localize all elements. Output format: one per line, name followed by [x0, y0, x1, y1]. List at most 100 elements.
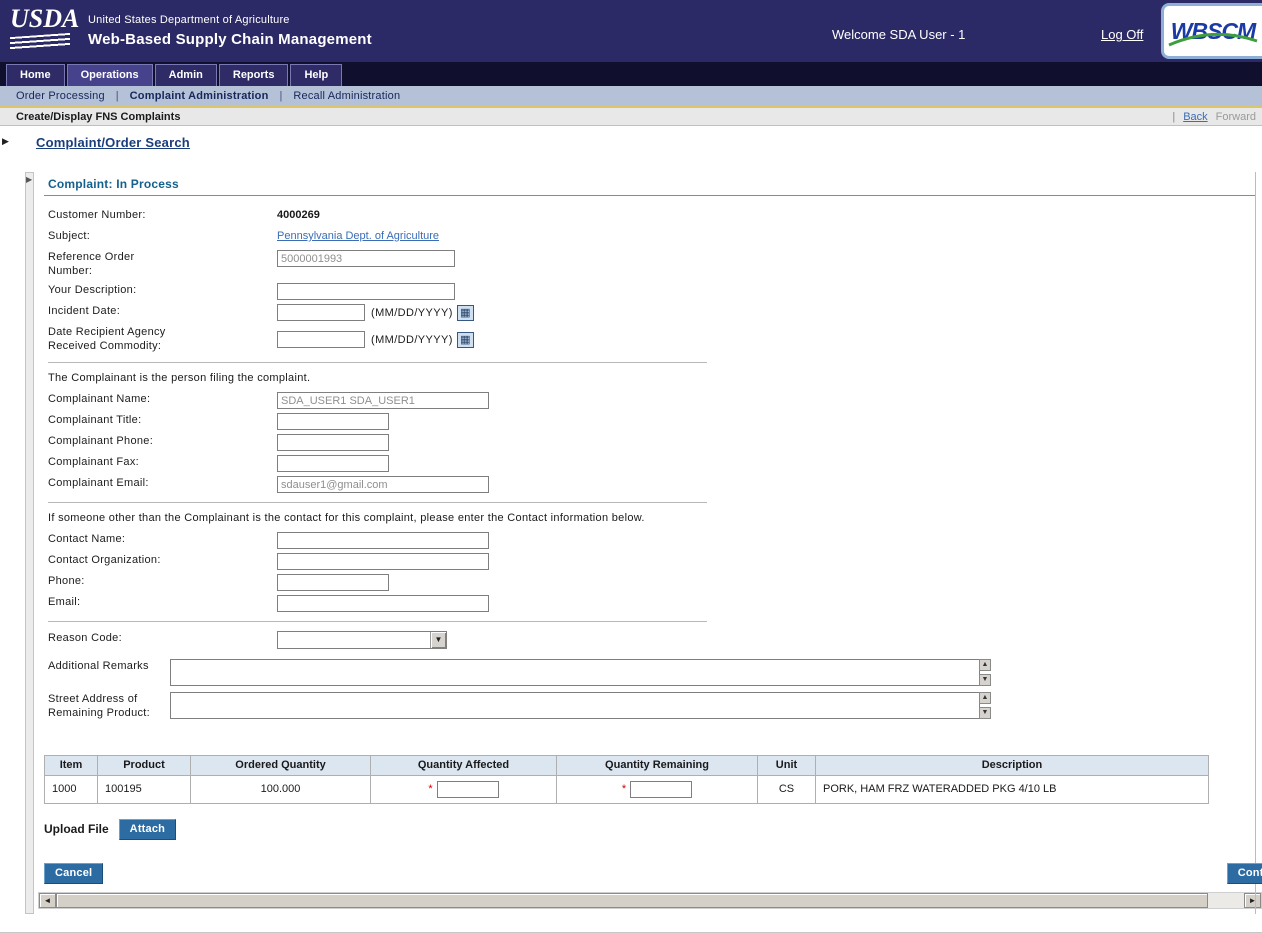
reference-order-input [277, 250, 455, 267]
col-header-ordered-quantity: Ordered Quantity [191, 755, 371, 775]
cancel-button[interactable]: Cancel [44, 863, 103, 884]
attach-button[interactable]: Attach [119, 819, 176, 840]
tab-home[interactable]: Home [6, 64, 65, 86]
continue-button[interactable]: Continue [1227, 863, 1262, 884]
reason-code-selected-value [278, 632, 430, 648]
complainant-phone-input[interactable] [277, 434, 389, 451]
calendar-icon[interactable]: ▦ [457, 332, 474, 348]
page-title: Create/Display FNS Complaints [16, 111, 180, 123]
welcome-user-text: Welcome SDA User - 1 [832, 27, 965, 42]
table-row: 1000 100195 100.000 * * CS PORK, HAM FRZ… [45, 775, 1209, 803]
cell-item: 1000 [45, 775, 98, 803]
quantity-affected-input[interactable] [437, 781, 499, 798]
left-gutter-panel: ▶ [25, 172, 34, 914]
subject-link[interactable]: Pennsylvania Dept. of Agriculture [277, 229, 439, 242]
wbscm-application-window: USDA United States Department of Agricul… [0, 0, 1262, 933]
contact-organization-input[interactable] [277, 553, 489, 570]
col-header-unit: Unit [758, 755, 816, 775]
scroll-left-icon[interactable]: ◄ [39, 893, 56, 908]
incident-date-input[interactable] [277, 304, 365, 321]
reason-code-label: Reason Code: [48, 631, 166, 645]
complainant-phone-label: Complainant Phone: [48, 434, 166, 448]
complainant-fax-row: Complainant Fax: [48, 455, 1262, 472]
reference-order-row: Reference Order Number: [48, 250, 1262, 279]
tab-reports[interactable]: Reports [219, 64, 289, 86]
contact-name-input[interactable] [277, 532, 489, 549]
complainant-email-label: Complainant Email: [48, 476, 166, 490]
complainant-fax-label: Complainant Fax: [48, 455, 166, 469]
section-rule [44, 195, 1256, 196]
tab-operations[interactable]: Operations [67, 64, 153, 86]
customer-number-value: 4000269 [277, 208, 320, 221]
cell-ordered-quantity: 100.000 [191, 775, 371, 803]
contact-organization-row: Contact Organization: [48, 553, 1262, 570]
subnav-complaint-administration[interactable]: Complaint Administration [119, 90, 280, 102]
page-title-bar: Create/Display FNS Complaints | Back For… [0, 108, 1262, 126]
cell-quantity-remaining: * [557, 775, 758, 803]
complainant-title-row: Complainant Title: [48, 413, 1262, 430]
scrollbar-track[interactable] [56, 893, 1244, 908]
cell-unit: CS [758, 775, 816, 803]
complainant-note: The Complainant is the person filing the… [48, 372, 1262, 384]
log-off-link[interactable]: Log Off [1101, 27, 1143, 42]
contact-email-row: Email: [48, 595, 1262, 612]
date-received-label: Date Recipient Agency Received Commodity… [48, 325, 166, 354]
scrollbar-thumb[interactable] [56, 893, 1208, 908]
contact-email-label: Email: [48, 595, 166, 609]
section-divider [48, 502, 707, 503]
contact-note: If someone other than the Complainant is… [48, 512, 1262, 524]
required-marker: * [622, 783, 626, 795]
scroll-down-icon[interactable]: ▼ [979, 674, 991, 686]
back-link[interactable]: Back [1183, 111, 1207, 123]
col-header-quantity-remaining: Quantity Remaining [557, 755, 758, 775]
col-header-description: Description [816, 755, 1209, 775]
horizontal-scrollbar: ◄ ► [38, 892, 1262, 909]
contact-email-input[interactable] [277, 595, 489, 612]
gutter-arrow-icon[interactable]: ▶ [26, 175, 32, 184]
quantity-remaining-input[interactable] [630, 781, 692, 798]
cell-quantity-affected: * [371, 775, 557, 803]
calendar-icon[interactable]: ▦ [457, 305, 474, 321]
subject-row: Subject: Pennsylvania Dept. of Agricultu… [48, 229, 1262, 246]
street-address-textarea[interactable]: ▲ ▼ [170, 692, 980, 719]
subnav-order-processing[interactable]: Order Processing [16, 90, 116, 102]
scroll-up-icon[interactable]: ▲ [979, 659, 991, 671]
additional-remarks-label: Additional Remarks [48, 659, 170, 673]
usda-logo: USDA [10, 6, 76, 48]
scroll-up-icon[interactable]: ▲ [979, 692, 991, 704]
complainant-fax-input[interactable] [277, 455, 389, 472]
required-marker: * [428, 783, 432, 795]
contact-phone-input[interactable] [277, 574, 389, 591]
complainant-email-row: Complainant Email: [48, 476, 1262, 493]
complainant-name-label: Complainant Name: [48, 392, 166, 406]
wbscm-swoosh-icon [1167, 32, 1259, 48]
subject-label: Subject: [48, 229, 166, 243]
subnav-recall-administration[interactable]: Recall Administration [282, 90, 411, 102]
complaint-items-table: Item Product Ordered Quantity Quantity A… [44, 755, 1209, 804]
titlebar-separator: | [1172, 111, 1175, 123]
your-description-row: Your Description: [48, 283, 1262, 300]
dropdown-arrow-icon[interactable]: ▼ [430, 632, 446, 648]
date-received-format: (MM/DD/YYYY) [371, 325, 453, 346]
tab-admin[interactable]: Admin [155, 64, 217, 86]
date-received-input[interactable] [277, 331, 365, 348]
pane-collapse-icon[interactable]: ▶ [2, 136, 9, 147]
col-header-quantity-affected: Quantity Affected [371, 755, 557, 775]
contact-organization-label: Contact Organization: [48, 553, 166, 567]
date-received-row: Date Recipient Agency Received Commodity… [48, 325, 1262, 354]
scroll-down-icon[interactable]: ▼ [979, 707, 991, 719]
additional-remarks-textarea[interactable]: ▲ ▼ [170, 659, 980, 686]
complainant-title-input[interactable] [277, 413, 389, 430]
complaint-order-search-heading: Complaint/Order Search [36, 135, 190, 150]
usda-logo-stripes [10, 33, 70, 50]
contact-name-label: Contact Name: [48, 532, 166, 546]
cell-product: 100195 [98, 775, 191, 803]
your-description-input[interactable] [277, 283, 455, 300]
tab-help[interactable]: Help [290, 64, 342, 86]
reason-code-select[interactable]: ▼ [277, 631, 447, 649]
scroll-right-icon[interactable]: ► [1244, 893, 1261, 908]
complainant-name-input [277, 392, 489, 409]
right-edge-divider [1255, 172, 1256, 914]
complainant-title-label: Complainant Title: [48, 413, 166, 427]
additional-remarks-row: Additional Remarks ▲ ▼ [48, 659, 1262, 686]
